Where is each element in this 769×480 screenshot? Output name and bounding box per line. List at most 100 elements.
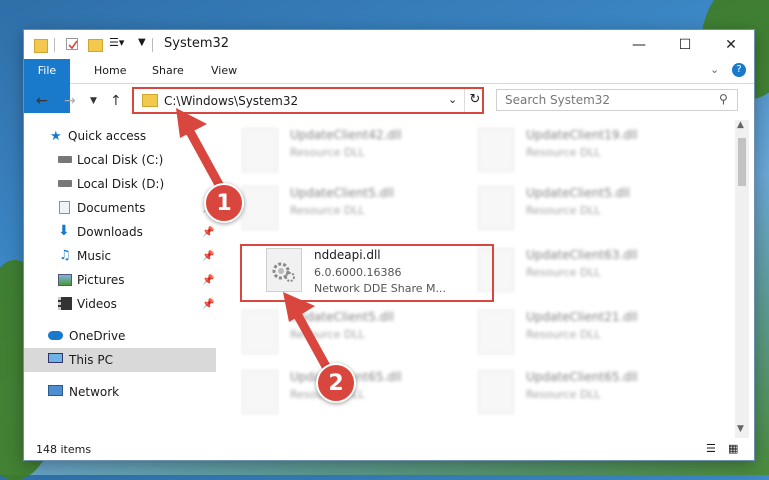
file-description: Resource DLL bbox=[290, 146, 365, 159]
pictures-icon bbox=[58, 274, 72, 286]
music-icon: ♫ bbox=[59, 248, 71, 263]
sidebar-item-pictures[interactable]: Pictures 📌 bbox=[24, 268, 216, 292]
sidebar-item-label: Pictures bbox=[77, 273, 125, 287]
pin-icon[interactable]: 📌 bbox=[202, 251, 214, 262]
maximize-button[interactable]: ☐ bbox=[662, 30, 708, 59]
address-bar[interactable]: C:\Windows\System32 ⌄ ↻ bbox=[132, 87, 484, 114]
explorer-window: ☰▾ ▼ System32 — ☐ ✕ File Home Share View… bbox=[24, 30, 754, 460]
drive-icon bbox=[58, 156, 72, 163]
file-name: UpdateClient5.dll bbox=[526, 186, 630, 200]
file-item[interactable]: UpdateClient21.dll Resource DLL bbox=[470, 306, 690, 360]
file-item[interactable]: UpdateClient5.dll Resource DLL bbox=[234, 306, 454, 360]
sidebar-item-label: OneDrive bbox=[69, 329, 126, 343]
separator bbox=[54, 38, 55, 52]
back-arrow-icon[interactable]: ← bbox=[36, 93, 48, 109]
search-input[interactable]: Search System32 ⚲ bbox=[496, 89, 738, 111]
documents-icon bbox=[59, 201, 70, 214]
sidebar-item-onedrive[interactable]: OneDrive bbox=[24, 324, 216, 348]
file-item[interactable]: UpdateClient19.dll Resource DLL bbox=[470, 124, 690, 178]
sidebar-item-quick-access[interactable]: ★ Quick access bbox=[24, 124, 216, 148]
customize-toolbar-icon[interactable]: ☰▾ bbox=[109, 36, 124, 52]
address-row: ← → ▼ ↑ C:\Windows\System32 ⌄ ↻ Search S… bbox=[24, 84, 754, 118]
properties-icon[interactable] bbox=[66, 38, 78, 50]
sidebar-item-music[interactable]: ♫ Music 📌 bbox=[24, 244, 216, 268]
file-item[interactable]: UpdateClient5.dll Resource DLL bbox=[470, 182, 690, 236]
sidebar-item-local-disk-d[interactable]: Local Disk (D:) bbox=[24, 172, 216, 196]
file-highlight-box bbox=[240, 244, 494, 302]
dll-file-icon bbox=[242, 186, 278, 230]
item-count: 148 items bbox=[36, 443, 92, 456]
file-description: Resource DLL bbox=[526, 388, 601, 401]
sidebar-item-label: Network bbox=[69, 385, 120, 399]
sidebar-item-downloads[interactable]: ⬇ Downloads 📌 bbox=[24, 220, 216, 244]
drive-icon bbox=[58, 180, 72, 187]
folder-icon bbox=[142, 94, 158, 107]
sidebar-item-network[interactable]: Network bbox=[24, 380, 216, 404]
search-icon: ⚲ bbox=[719, 92, 728, 106]
tab-view[interactable]: View bbox=[199, 59, 249, 83]
file-list: UpdateClient42.dll Resource DLL UpdateCl… bbox=[234, 120, 734, 438]
sidebar-item-label: Downloads bbox=[77, 225, 143, 239]
up-arrow-icon[interactable]: ↑ bbox=[110, 93, 122, 109]
file-name: UpdateClient5.dll bbox=[290, 186, 394, 200]
forward-arrow-icon[interactable]: → bbox=[64, 93, 76, 109]
folder-icon[interactable] bbox=[34, 39, 48, 53]
title-bar: ☰▾ ▼ System32 — ☐ ✕ bbox=[24, 30, 754, 59]
scroll-thumb[interactable] bbox=[738, 138, 746, 186]
file-name: UpdateClient63.dll bbox=[526, 248, 638, 262]
details-view-icon[interactable]: ☰ bbox=[706, 442, 716, 455]
large-icons-view-icon[interactable]: ▦ bbox=[728, 442, 738, 455]
file-item[interactable]: UpdateClient65.dll Resource DLL bbox=[470, 366, 690, 420]
recent-locations-icon[interactable]: ▼ bbox=[90, 96, 97, 106]
dll-file-icon bbox=[242, 370, 278, 414]
sidebar-item-label: Local Disk (C:) bbox=[77, 153, 164, 167]
dll-file-icon bbox=[478, 128, 514, 172]
tab-home[interactable]: Home bbox=[82, 59, 138, 83]
ribbon: File Home Share View ⌄ ? bbox=[24, 59, 754, 113]
cloud-icon bbox=[48, 331, 63, 340]
scroll-up-icon[interactable]: ▲ bbox=[737, 120, 744, 130]
tab-share[interactable]: Share bbox=[140, 59, 196, 83]
expand-ribbon-icon[interactable]: ⌄ bbox=[710, 63, 719, 76]
callout-badge-2: 2 bbox=[316, 363, 356, 403]
callout-badge-1: 1 bbox=[204, 183, 244, 223]
file-item[interactable]: UpdateClient63.dll Resource DLL bbox=[470, 244, 690, 298]
sidebar-item-this-pc[interactable]: This PC bbox=[24, 348, 216, 372]
vertical-scrollbar[interactable]: ▲ ▼ bbox=[735, 120, 749, 438]
file-item[interactable]: UpdateClient42.dll Resource DLL bbox=[234, 124, 454, 178]
new-folder-icon[interactable] bbox=[88, 39, 103, 52]
dll-file-icon bbox=[478, 310, 514, 354]
dll-file-icon bbox=[242, 128, 278, 172]
sidebar-item-label: Music bbox=[77, 249, 112, 263]
pin-icon[interactable]: 📌 bbox=[202, 275, 214, 286]
minimize-button[interactable]: — bbox=[616, 30, 662, 59]
sidebar-item-label: This PC bbox=[69, 353, 113, 367]
file-description: Resource DLL bbox=[526, 266, 601, 279]
separator bbox=[152, 38, 153, 52]
file-item[interactable]: UpdateClient5.dll Resource DLL bbox=[234, 182, 454, 236]
scroll-down-icon[interactable]: ▼ bbox=[737, 424, 744, 434]
star-icon: ★ bbox=[50, 129, 62, 144]
file-description: Resource DLL bbox=[290, 328, 365, 341]
sidebar-item-label: Documents bbox=[77, 201, 146, 215]
sidebar-item-videos[interactable]: Videos 📌 bbox=[24, 292, 216, 316]
help-icon[interactable]: ? bbox=[732, 63, 746, 77]
close-button[interactable]: ✕ bbox=[708, 30, 754, 59]
dll-file-icon bbox=[478, 370, 514, 414]
sidebar-item-local-disk-c[interactable]: Local Disk (C:) bbox=[24, 148, 216, 172]
window-title: System32 bbox=[164, 36, 230, 51]
sidebar-item-documents[interactable]: Documents 📌 bbox=[24, 196, 216, 220]
file-name: UpdateClient42.dll bbox=[290, 128, 402, 142]
search-placeholder: Search System32 bbox=[505, 93, 611, 107]
sidebar-item-label: Quick access bbox=[68, 129, 147, 143]
sidebar-item-label: Videos bbox=[77, 297, 117, 311]
chevron-down-icon[interactable]: ⌄ bbox=[448, 93, 457, 106]
dropdown-arrow-icon[interactable]: ▼ bbox=[138, 37, 146, 53]
refresh-icon[interactable]: ↻ bbox=[464, 89, 485, 112]
navigation-pane: ★ Quick access Local Disk (C:) Local Dis… bbox=[24, 120, 216, 438]
pin-icon[interactable]: 📌 bbox=[202, 299, 214, 310]
dll-file-icon bbox=[242, 310, 278, 354]
address-path: C:\Windows\System32 bbox=[164, 94, 299, 108]
pin-icon[interactable]: 📌 bbox=[202, 227, 214, 238]
file-description: Resource DLL bbox=[526, 328, 601, 341]
